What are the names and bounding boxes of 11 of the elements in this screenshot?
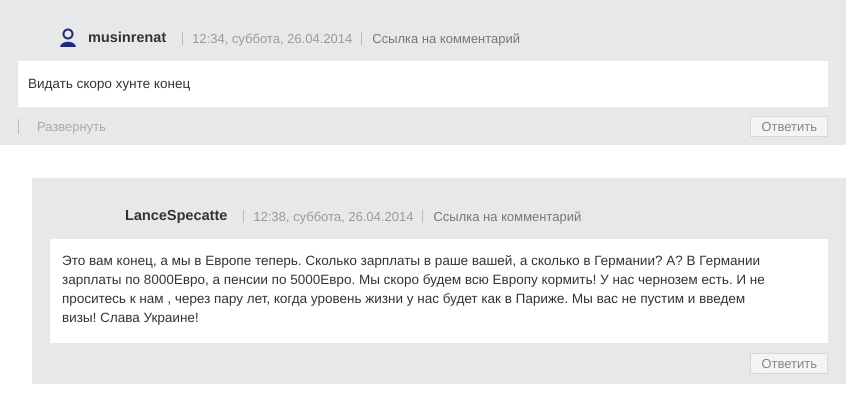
reply-button[interactable]: Ответить: [750, 116, 828, 137]
comment-link[interactable]: Ссылка на комментарий: [433, 208, 582, 224]
comment-text: Это вам конец, а мы в Европе теперь. Сколько зарплаты в раше вашей, а сколько в Германии? А? В Германии зарплаты по 8000Евро, а пенсии по 5000Евро. Мы скоро будем всю Европу кормить! У нас чернозем есть. И не проситесь к нам , через пару лет, когда уровень жизни у нас будет как в Париже. Мы вас не пустим и введем визы! Слава Украине!: [50, 239, 828, 343]
comment-text: Видать скоро хунте конец: [18, 61, 828, 107]
comment-time: 12:34, суббота, 26.04.2014: [182, 32, 362, 44]
author-name[interactable]: musinrenat: [88, 30, 166, 46]
author-name[interactable]: LanceSpecatte: [125, 208, 228, 224]
comment-link[interactable]: Ссылка на комментарий: [372, 30, 520, 46]
reply-button[interactable]: Ответить: [750, 353, 828, 374]
comment-time: 12:38, суббота, 26.04.2014: [243, 210, 424, 222]
expand-link[interactable]: Развернуть: [18, 119, 106, 134]
